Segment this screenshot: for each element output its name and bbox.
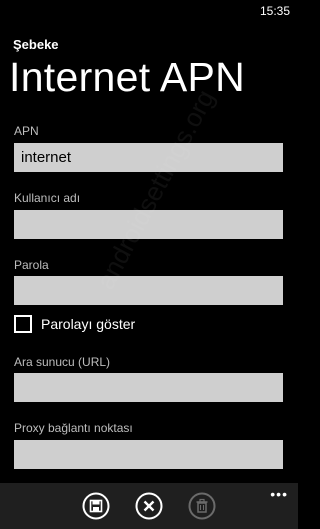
more-options-button[interactable]: ••• bbox=[270, 486, 288, 502]
page-title: Internet APN bbox=[9, 54, 246, 100]
username-input[interactable] bbox=[14, 210, 283, 239]
app-title: Şebeke bbox=[13, 37, 59, 52]
status-bar: 15:35 bbox=[0, 0, 298, 22]
password-input[interactable] bbox=[14, 276, 283, 305]
cancel-button[interactable] bbox=[135, 492, 163, 520]
app-bar: ••• bbox=[0, 483, 298, 529]
apn-input[interactable]: internet bbox=[14, 143, 283, 172]
status-time: 15:35 bbox=[259, 4, 290, 18]
save-button[interactable] bbox=[82, 492, 110, 520]
username-label: Kullanıcı adı bbox=[14, 191, 81, 205]
delete-button[interactable] bbox=[188, 492, 216, 520]
delete-icon bbox=[188, 492, 216, 520]
apn-label: APN bbox=[14, 124, 39, 138]
proxy-port-label: Proxy bağlantı noktası bbox=[14, 421, 133, 435]
show-password-label[interactable]: Parolayı göster bbox=[41, 316, 135, 332]
show-password-checkbox-row[interactable]: Parolayı göster bbox=[14, 313, 135, 335]
password-label: Parola bbox=[14, 258, 49, 272]
watermark: androidsettings.org bbox=[90, 84, 221, 295]
cancel-icon bbox=[135, 492, 163, 520]
proxy-server-input[interactable] bbox=[14, 373, 283, 402]
proxy-server-label: Ara sunucu (URL) bbox=[14, 355, 111, 369]
show-password-checkbox[interactable] bbox=[14, 315, 32, 333]
proxy-port-input[interactable] bbox=[14, 440, 283, 469]
save-icon bbox=[82, 492, 110, 520]
